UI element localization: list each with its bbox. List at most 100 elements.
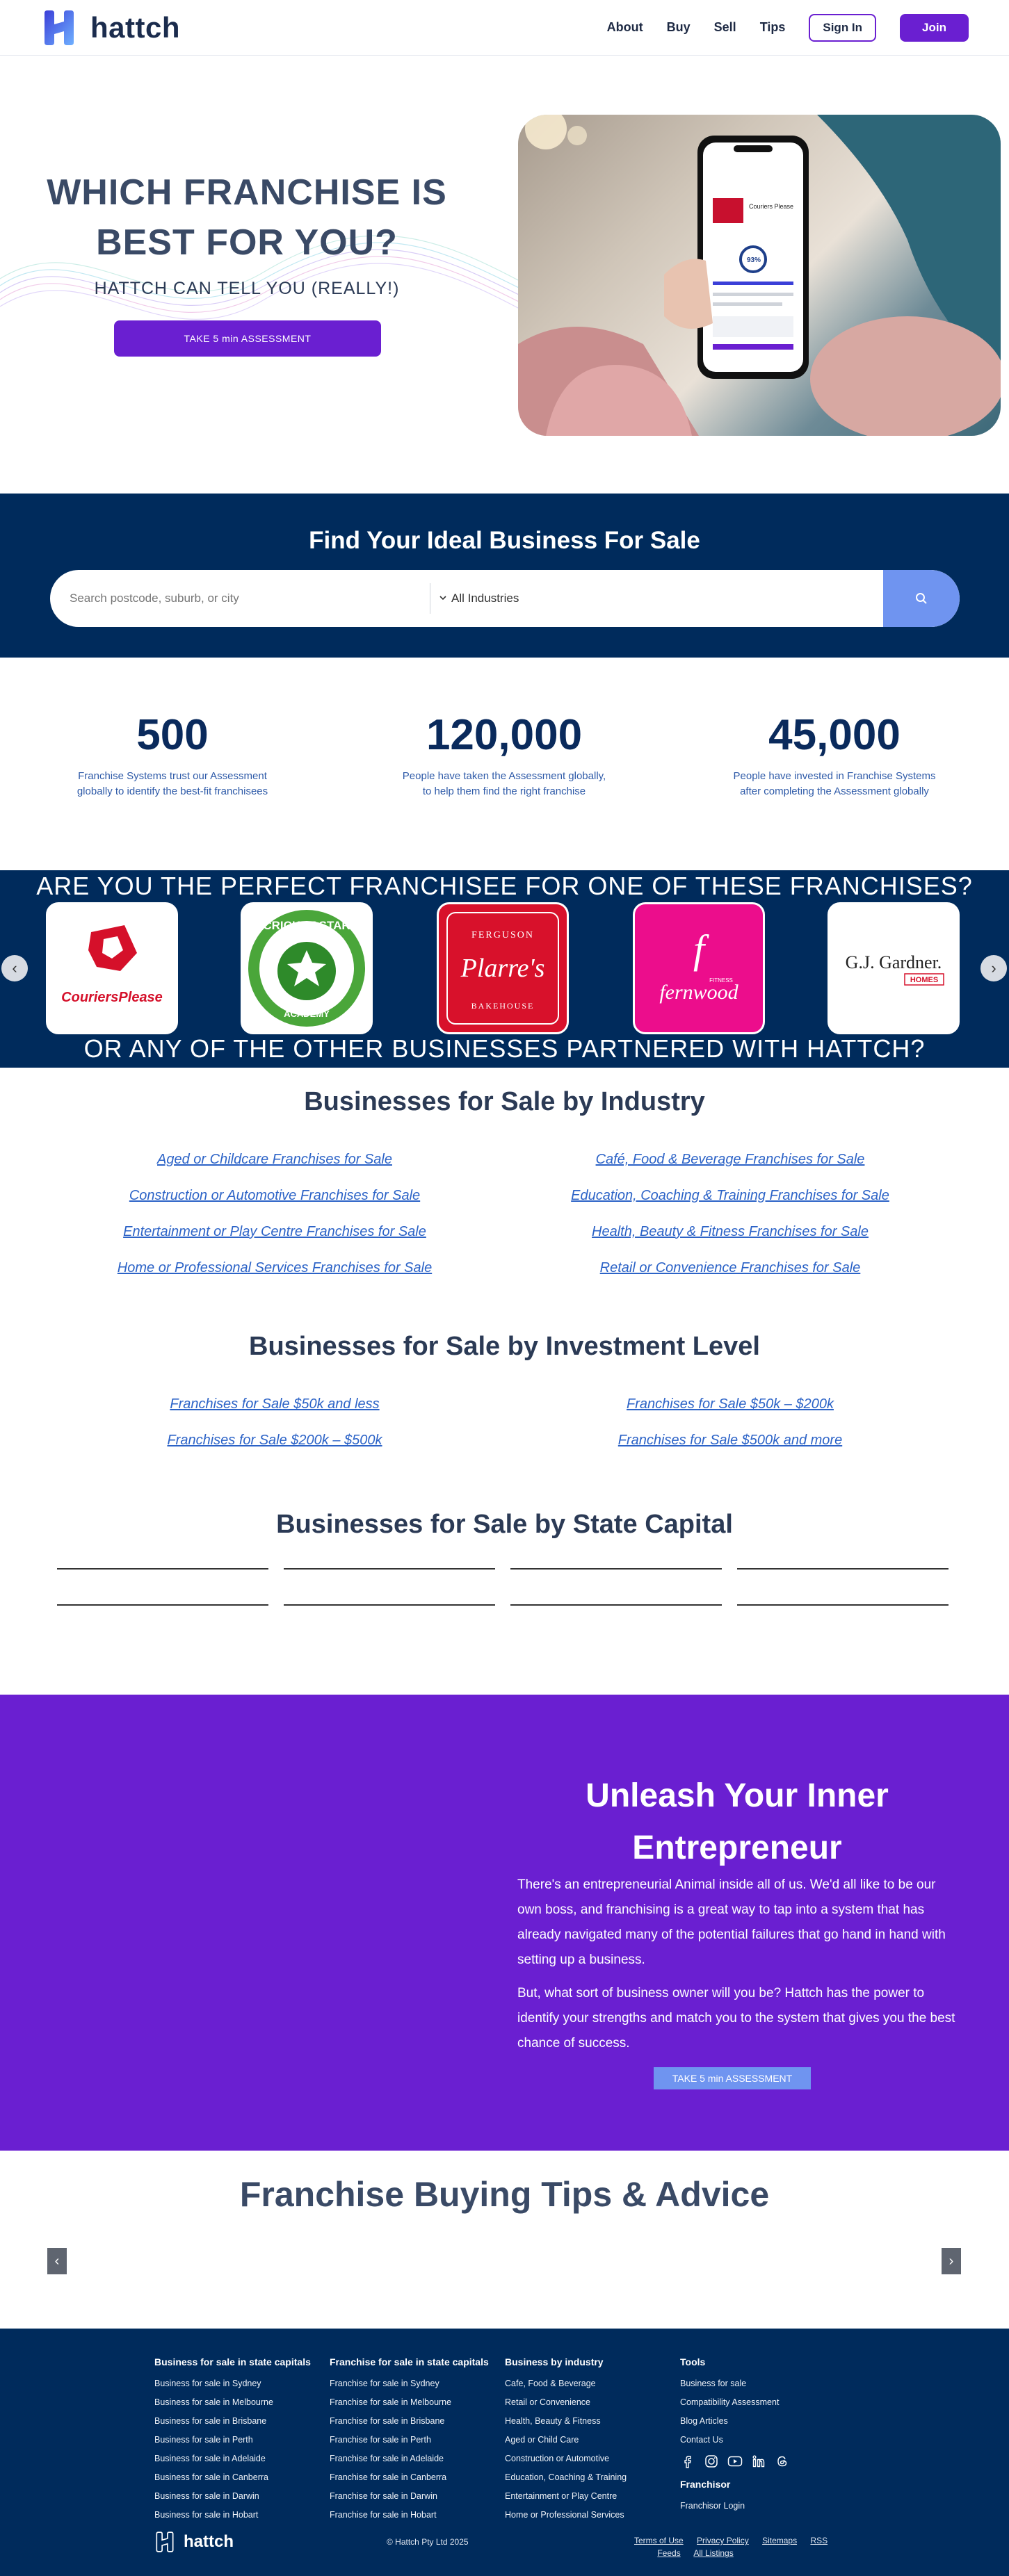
carousel-prev-button[interactable]: ‹	[1, 955, 28, 981]
brand-couriers-please[interactable]: CouriersPlease	[46, 902, 178, 1034]
footer-link[interactable]: Home or Professional Services	[505, 2506, 679, 2525]
nav-about[interactable]: About	[607, 20, 643, 35]
nav-sell[interactable]: Sell	[714, 20, 736, 35]
investment-link[interactable]: Franchises for Sale $200k – $500k	[76, 1422, 473, 1458]
plarres-ferguson-text: FERGUSON	[471, 930, 534, 940]
brands-heading-bottom: OR ANY OF THE OTHER BUSINESSES PARTNERED…	[83, 1034, 926, 1063]
rss-link[interactable]: RSS	[810, 2536, 828, 2545]
footer-link[interactable]: Compatibility Assessment	[680, 2393, 854, 2412]
footer-link[interactable]: Business for sale in Hobart	[154, 2506, 328, 2525]
state-link-placeholder[interactable]	[57, 1604, 268, 1606]
footer-link[interactable]: Business for sale in Canberra	[154, 2468, 328, 2487]
footer-link[interactable]: Franchise for sale in Melbourne	[330, 2393, 503, 2412]
footer-logo-text: hattch	[184, 2532, 234, 2551]
investment-link[interactable]: Franchises for Sale $50k and less	[76, 1386, 473, 1422]
state-link-placeholder[interactable]	[284, 1604, 495, 1606]
chevron-right-icon: ›	[949, 2253, 954, 2269]
terms-link[interactable]: Terms of Use	[634, 2536, 684, 2545]
investment-links-left: Franchises for Sale $50k and less Franch…	[76, 1386, 473, 1458]
hero-assessment-button[interactable]: TAKE 5 min ASSESSMENT	[114, 320, 381, 357]
stat-number: 45,000	[768, 711, 901, 759]
feeds-link[interactable]: Feeds	[657, 2548, 680, 2558]
cricket-academy-text: ACADEMY	[284, 1009, 330, 1019]
threads-icon[interactable]	[775, 2454, 790, 2469]
industry-link[interactable]: Retail or Convenience Franchises for Sal…	[528, 1250, 932, 1286]
brand-fernwood-fitness[interactable]: f FITNESS fernwood	[633, 902, 765, 1034]
chevron-down-icon	[439, 592, 447, 605]
footer-link[interactable]: Cafe, Food & Beverage	[505, 2374, 679, 2393]
footer-link[interactable]: Business for sale in Adelaide	[154, 2449, 328, 2468]
tips-next-button[interactable]: ›	[942, 2248, 961, 2274]
footer-link[interactable]: Business for sale in Brisbane	[154, 2412, 328, 2431]
footer-link[interactable]: Business for sale in Sydney	[154, 2374, 328, 2393]
location-search-input[interactable]	[50, 570, 430, 627]
industry-links-right: Café, Food & Beverage Franchises for Sal…	[528, 1141, 932, 1286]
search-bar: All Industries	[50, 570, 960, 627]
carousel-next-button[interactable]: ›	[980, 955, 1007, 981]
youtube-icon[interactable]	[727, 2454, 743, 2469]
footer-link[interactable]: Retail or Convenience	[505, 2393, 679, 2412]
state-link-placeholder[interactable]	[284, 1568, 495, 1570]
entrepreneur-assessment-button[interactable]: TAKE 5 min ASSESSMENT	[654, 2067, 811, 2089]
sign-in-button[interactable]: Sign In	[809, 13, 877, 42]
industry-link[interactable]: Aged or Childcare Franchises for Sale	[76, 1141, 473, 1177]
entrepreneur-title-line1: Unleash Your Inner	[586, 1777, 889, 1814]
search-button[interactable]	[883, 570, 960, 627]
sitemaps-link[interactable]: Sitemaps	[762, 2536, 797, 2545]
brand-ferguson-plarres[interactable]: FERGUSON Plarre's BAKEHOUSE	[437, 902, 569, 1034]
state-link-placeholder[interactable]	[510, 1568, 722, 1570]
all-listings-link[interactable]: All Listings	[693, 2548, 733, 2558]
footer-link[interactable]: Franchise for sale in Sydney	[330, 2374, 503, 2393]
franchisor-login-link[interactable]: Franchisor Login	[680, 2497, 854, 2516]
state-link-placeholder[interactable]	[510, 1604, 722, 1606]
footer-link[interactable]: Aged or Child Care	[505, 2431, 679, 2449]
search-title: Find Your Ideal Business For Sale	[309, 527, 700, 554]
linkedin-icon[interactable]	[751, 2454, 766, 2469]
state-link-placeholder[interactable]	[57, 1568, 268, 1570]
industry-link[interactable]: Health, Beauty & Fitness Franchises for …	[528, 1214, 932, 1250]
industry-link[interactable]: Construction or Automotive Franchises fo…	[76, 1177, 473, 1214]
nav-buy[interactable]: Buy	[667, 20, 691, 35]
industry-link[interactable]: Café, Food & Beverage Franchises for Sal…	[528, 1141, 932, 1177]
footer-link[interactable]: Franchise for sale in Perth	[330, 2431, 503, 2449]
footer-link[interactable]: Construction or Automotive	[505, 2449, 679, 2468]
footer-link[interactable]: Business for sale in Perth	[154, 2431, 328, 2449]
footer-link[interactable]: Franchise for sale in Hobart	[330, 2506, 503, 2525]
footer-col-title: Franchise for sale in state capitals	[330, 2356, 489, 2367]
state-link-placeholder[interactable]	[737, 1604, 949, 1606]
search-icon	[916, 593, 927, 604]
industry-link[interactable]: Entertainment or Play Centre Franchises …	[76, 1214, 473, 1250]
footer-link[interactable]: Blog Articles	[680, 2412, 854, 2431]
social-links	[680, 2454, 854, 2469]
footer-link[interactable]: Franchise for sale in Darwin	[330, 2487, 503, 2506]
instagram-icon[interactable]	[704, 2454, 719, 2469]
brand-cricket-star-academy[interactable]: CRICKET STAR ACADEMY	[241, 902, 373, 1034]
brand-gj-gardner-homes[interactable]: G.J. Gardner. HOMES	[828, 902, 960, 1034]
cricket-star-text: CRICKET STAR	[263, 919, 350, 932]
industry-select[interactable]: All Industries	[430, 592, 883, 605]
state-link-placeholder[interactable]	[737, 1568, 949, 1570]
nav-tips[interactable]: Tips	[760, 20, 786, 35]
footer-link[interactable]: Entertainment or Play Centre	[505, 2487, 679, 2506]
industry-link[interactable]: Education, Coaching & Training Franchise…	[528, 1177, 932, 1214]
footer-link[interactable]: Health, Beauty & Fitness	[505, 2412, 679, 2431]
footer-link[interactable]: Contact Us	[680, 2431, 854, 2449]
logo[interactable]: hattch	[40, 9, 180, 47]
footer-col-franchise-capitals: Franchise for sale in state capitals Fra…	[330, 2356, 503, 2525]
footer-link[interactable]: Business for sale	[680, 2374, 854, 2393]
privacy-link[interactable]: Privacy Policy	[697, 2536, 749, 2545]
phone-brand-text: Couriers Please	[749, 203, 793, 210]
investment-link[interactable]: Franchises for Sale $500k and more	[528, 1422, 932, 1458]
footer-link[interactable]: Business for sale in Darwin	[154, 2487, 328, 2506]
industry-link[interactable]: Home or Professional Services Franchises…	[76, 1250, 473, 1286]
footer-link[interactable]: Business for sale in Melbourne	[154, 2393, 328, 2412]
investment-link[interactable]: Franchises for Sale $50k – $200k	[528, 1386, 932, 1422]
footer-link[interactable]: Franchise for sale in Brisbane	[330, 2412, 503, 2431]
footer-link[interactable]: Franchise for sale in Canberra	[330, 2468, 503, 2487]
footer-link[interactable]: Education, Coaching & Training	[505, 2468, 679, 2487]
footer-link[interactable]: Franchise for sale in Adelaide	[330, 2449, 503, 2468]
footer-logo[interactable]: hattch	[154, 2532, 234, 2552]
facebook-icon[interactable]	[680, 2454, 695, 2469]
join-button[interactable]: Join	[900, 13, 969, 42]
tips-prev-button[interactable]: ‹	[47, 2248, 67, 2274]
